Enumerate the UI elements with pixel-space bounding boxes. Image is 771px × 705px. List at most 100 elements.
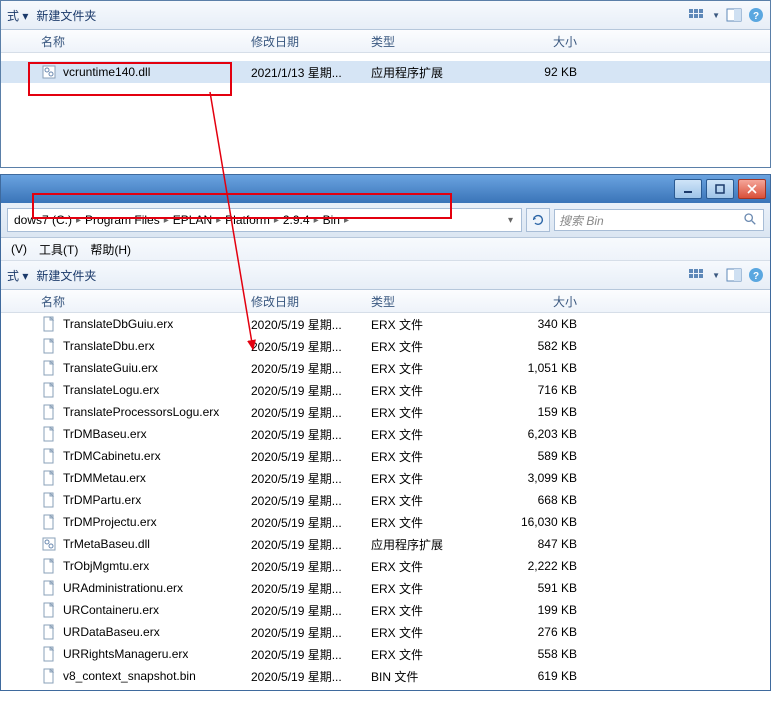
file-date: 2020/5/19 星期... xyxy=(251,668,371,685)
new-folder-button[interactable]: 新建文件夹 xyxy=(36,267,96,284)
file-date: 2020/5/19 星期... xyxy=(251,690,371,691)
search-input[interactable]: 搜索 Bin xyxy=(554,209,764,231)
help-icon[interactable] xyxy=(748,267,764,283)
refresh-button[interactable] xyxy=(526,208,550,232)
file-size: 716 KB xyxy=(491,383,587,397)
preview-pane-icon[interactable] xyxy=(726,267,742,283)
file-row[interactable]: TranslateGuiu.erx2020/5/19 星期...ERX 文件1,… xyxy=(1,357,770,379)
column-header-name[interactable]: 名称 xyxy=(1,33,251,50)
views-icon[interactable] xyxy=(688,267,704,283)
preview-pane-icon[interactable] xyxy=(726,7,742,23)
column-header-size[interactable]: 大小 xyxy=(491,33,587,50)
file-row[interactable]: URRightsManageru.erx2020/5/19 星期...ERX 文… xyxy=(1,643,770,665)
column-header-type[interactable]: 类型 xyxy=(371,293,491,310)
file-date: 2020/5/19 星期... xyxy=(251,404,371,421)
help-icon[interactable] xyxy=(748,7,764,23)
new-folder-button[interactable]: 新建文件夹 xyxy=(36,7,96,24)
file-row[interactable]: TranslateDbu.erx2020/5/19 星期...ERX 文件582… xyxy=(1,335,770,357)
menu-tools[interactable]: 工具(T) xyxy=(35,240,82,259)
views-icon[interactable] xyxy=(688,7,704,23)
file-row[interactable]: vc15-re200l.dll2020/5/19 星期...应用程序扩展391 … xyxy=(1,687,770,690)
file-size: 582 KB xyxy=(491,339,587,353)
search-icon xyxy=(743,212,759,228)
column-header-row: 名称 修改日期 类型 大小 xyxy=(1,290,770,313)
document-icon xyxy=(41,426,57,442)
file-row[interactable]: vcruntime140.dll 2021/1/13 星期... 应用程序扩展 … xyxy=(1,61,770,83)
file-row[interactable]: URContaineru.erx2020/5/19 星期...ERX 文件199… xyxy=(1,599,770,621)
document-icon xyxy=(41,624,57,640)
breadcrumb-segment[interactable]: dows7 (C:) xyxy=(14,213,72,227)
file-type: ERX 文件 xyxy=(371,624,491,641)
chevron-down-icon[interactable]: ▼ xyxy=(712,271,720,280)
file-type: ERX 文件 xyxy=(371,316,491,333)
file-row[interactable]: TrDMBaseu.erx2020/5/19 星期...ERX 文件6,203 … xyxy=(1,423,770,445)
document-icon xyxy=(41,558,57,574)
file-date: 2020/5/19 星期... xyxy=(251,536,371,553)
window-titlebar xyxy=(1,175,770,203)
file-size: 92 KB xyxy=(491,65,587,79)
document-icon xyxy=(41,492,57,508)
breadcrumb-segment[interactable]: Program Files xyxy=(85,213,160,227)
close-button[interactable] xyxy=(738,179,766,199)
file-row[interactable]: TrObjMgmtu.erx2020/5/19 星期...ERX 文件2,222… xyxy=(1,555,770,577)
file-date: 2020/5/19 星期... xyxy=(251,382,371,399)
file-row[interactable]: TrMetaBaseu.dll2020/5/19 星期...应用程序扩展847 … xyxy=(1,533,770,555)
organize-button-fragment[interactable]: 式 ▾ xyxy=(7,7,28,24)
file-row[interactable]: TrDMMetau.erx2020/5/19 星期...ERX 文件3,099 … xyxy=(1,467,770,489)
file-date: 2020/5/19 星期... xyxy=(251,602,371,619)
column-header-type[interactable]: 类型 xyxy=(371,33,491,50)
file-row[interactable]: TranslateProcessorsLogu.erx2020/5/19 星期.… xyxy=(1,401,770,423)
chevron-right-icon[interactable]: ▸ xyxy=(342,215,351,226)
file-date: 2020/5/19 星期... xyxy=(251,558,371,575)
file-row[interactable]: TrDMPartu.erx2020/5/19 星期...ERX 文件668 KB xyxy=(1,489,770,511)
column-header-name[interactable]: 名称 xyxy=(1,293,251,310)
file-name: TranslateGuiu.erx xyxy=(63,361,158,375)
file-type: ERX 文件 xyxy=(371,448,491,465)
document-icon xyxy=(41,316,57,332)
menu-view[interactable]: (V) xyxy=(7,241,31,257)
file-name: URRightsManageru.erx xyxy=(63,647,188,661)
chevron-right-icon[interactable]: ▸ xyxy=(74,215,83,226)
file-row[interactable]: TranslateDbGuiu.erx2020/5/19 星期...ERX 文件… xyxy=(1,313,770,335)
file-row[interactable]: URDataBaseu.erx2020/5/19 星期...ERX 文件276 … xyxy=(1,621,770,643)
chevron-right-icon[interactable]: ▸ xyxy=(312,215,321,226)
file-date: 2020/5/19 星期... xyxy=(251,624,371,641)
file-type: ERX 文件 xyxy=(371,514,491,531)
file-type: ERX 文件 xyxy=(371,580,491,597)
file-name: TrDMCabinetu.erx xyxy=(63,449,161,463)
chevron-right-icon[interactable]: ▸ xyxy=(272,215,281,226)
column-header-date[interactable]: 修改日期 xyxy=(251,293,371,310)
file-name: TrDMProjectu.erx xyxy=(63,515,157,529)
file-size: 16,030 KB xyxy=(491,515,587,529)
chevron-down-icon[interactable]: ▾ xyxy=(506,215,515,226)
file-name: TranslateDbu.erx xyxy=(63,339,155,353)
chevron-down-icon[interactable]: ▼ xyxy=(712,11,720,20)
file-row[interactable]: TrDMProjectu.erx2020/5/19 星期...ERX 文件16,… xyxy=(1,511,770,533)
file-name: URContaineru.erx xyxy=(63,603,159,617)
menu-help[interactable]: 帮助(H) xyxy=(86,240,135,259)
file-row[interactable]: v8_context_snapshot.bin2020/5/19 星期...BI… xyxy=(1,665,770,687)
file-row[interactable]: TrDMCabinetu.erx2020/5/19 星期...ERX 文件589… xyxy=(1,445,770,467)
column-header-date[interactable]: 修改日期 xyxy=(251,33,371,50)
file-row[interactable]: TranslateLogu.erx2020/5/19 星期...ERX 文件71… xyxy=(1,379,770,401)
file-date: 2020/5/19 星期... xyxy=(251,316,371,333)
breadcrumb-segment[interactable]: Bin xyxy=(323,213,340,227)
organize-button-fragment[interactable]: 式 ▾ xyxy=(7,267,28,284)
dll-icon xyxy=(41,536,57,552)
maximize-button[interactable] xyxy=(706,179,734,199)
file-type: ERX 文件 xyxy=(371,338,491,355)
breadcrumb[interactable]: dows7 (C:)▸ Program Files▸ EPLAN▸ Platfo… xyxy=(7,208,522,232)
file-type: 应用程序扩展 xyxy=(371,64,491,81)
file-type: BIN 文件 xyxy=(371,668,491,685)
minimize-button[interactable] xyxy=(674,179,702,199)
chevron-right-icon[interactable]: ▸ xyxy=(162,215,171,226)
column-header-size[interactable]: 大小 xyxy=(491,293,587,310)
file-row[interactable]: URAdministrationu.erx2020/5/19 星期...ERX … xyxy=(1,577,770,599)
file-name: TrObjMgmtu.erx xyxy=(63,559,149,573)
breadcrumb-segment[interactable]: 2.9.4 xyxy=(283,213,310,227)
file-type: 应用程序扩展 xyxy=(371,690,491,691)
breadcrumb-segment[interactable]: EPLAN xyxy=(173,213,212,227)
breadcrumb-segment[interactable]: Platform xyxy=(225,213,270,227)
chevron-right-icon[interactable]: ▸ xyxy=(214,215,223,226)
document-icon xyxy=(41,514,57,530)
